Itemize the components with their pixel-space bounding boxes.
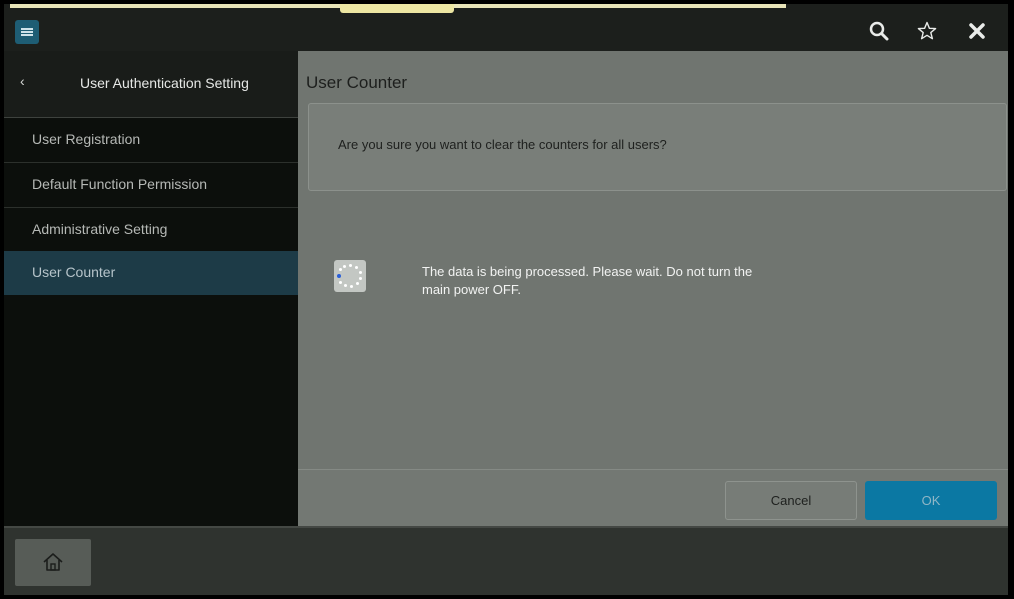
sidebar-item-label: Administrative Setting	[32, 221, 168, 237]
menu-button[interactable]	[15, 20, 39, 44]
confirm-message-box: Are you sure you want to clear the count…	[308, 103, 1007, 191]
sidebar-item-label: User Registration	[32, 131, 141, 147]
loading-spinner-icon	[334, 260, 366, 292]
sidebar-item-user-registration[interactable]: User Registration	[4, 118, 298, 163]
cancel-button[interactable]: Cancel	[725, 481, 857, 520]
sidebar-item-label: Default Function Permission	[32, 176, 208, 192]
sidebar-item-label: User Counter	[32, 264, 116, 280]
search-button[interactable]	[862, 14, 896, 48]
top-bar	[4, 4, 1008, 51]
hamburger-menu-icon	[21, 28, 33, 30]
favorite-button[interactable]	[910, 14, 944, 48]
sidebar-item-default-function-permission[interactable]: Default Function Permission	[4, 163, 298, 208]
close-icon	[969, 23, 985, 39]
chevron-left-icon[interactable]: ‹	[20, 73, 25, 89]
page-title: User Counter	[306, 73, 408, 92]
sidebar: ‹ User Authentication Setting User Regis…	[4, 51, 298, 526]
home-icon	[43, 553, 63, 571]
processing-message: The data is being processed. Please wait…	[422, 264, 753, 297]
home-button[interactable]	[15, 539, 91, 586]
search-icon	[869, 21, 889, 41]
confirm-message: Are you sure you want to clear the count…	[338, 137, 667, 152]
star-outline-icon	[917, 21, 937, 40]
bottom-bar	[4, 526, 1008, 595]
sidebar-item-administrative-setting[interactable]: Administrative Setting	[4, 208, 298, 253]
ok-button[interactable]: OK	[865, 481, 997, 520]
device-screen: ‹ User Authentication Setting User Regis…	[4, 4, 1008, 595]
dialog-button-bar: Cancel OK	[298, 469, 1008, 527]
main-panel: User Counter Are you sure you want to cl…	[298, 51, 1008, 527]
close-button[interactable]	[960, 14, 994, 48]
sidebar-header: ‹ User Authentication Setting	[4, 51, 298, 118]
sidebar-item-user-counter[interactable]: User Counter	[4, 251, 298, 295]
top-status-tab	[340, 4, 454, 13]
sidebar-title: User Authentication Setting	[80, 75, 249, 91]
